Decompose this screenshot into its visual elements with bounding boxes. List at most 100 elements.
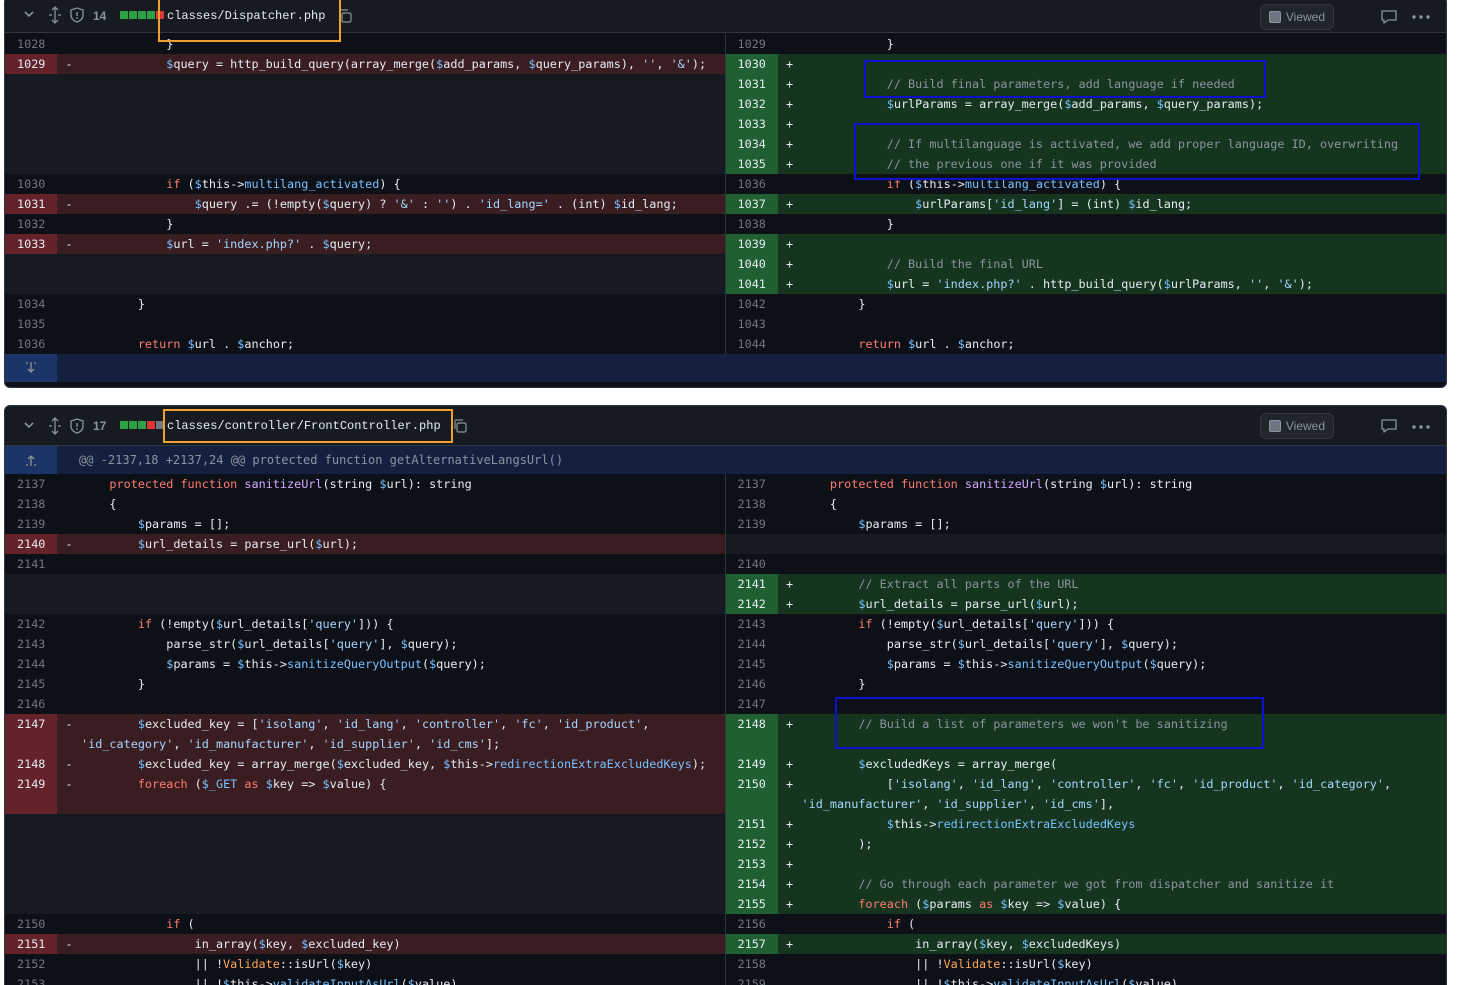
line-number[interactable]: 2156	[726, 914, 778, 934]
file-name[interactable]: classes/Dispatcher.php	[167, 7, 325, 25]
line-number[interactable]: 1032	[725, 94, 778, 114]
line-number[interactable]: 2140	[726, 554, 778, 574]
line-number[interactable]: 1033	[5, 234, 57, 254]
file-name[interactable]: classes/controller/FrontController.php	[167, 417, 441, 435]
line-number[interactable]	[5, 794, 57, 814]
line-number[interactable]: 2146	[726, 674, 778, 694]
line-number[interactable]: 2141	[5, 554, 57, 574]
left-side: 2149- foreach ($_GET as $key => $value) …	[5, 774, 726, 794]
code-line: // Build the final URL	[886, 257, 1043, 271]
line-number[interactable]: 1043	[726, 314, 778, 334]
line-number[interactable]: 2152	[725, 834, 778, 854]
line-number[interactable]: 2147	[726, 694, 778, 714]
diff-row: 2141 + // Extract all parts of the URL	[5, 574, 1446, 594]
chevron-down-icon[interactable]	[19, 5, 39, 25]
line-number[interactable]: 2144	[5, 654, 57, 674]
line-number[interactable]: 2143	[5, 634, 57, 654]
line-number[interactable]: 1042	[726, 294, 778, 314]
line-number[interactable]: 1038	[726, 214, 778, 234]
line-number[interactable]: 2153	[5, 974, 57, 985]
line-number[interactable]: 1031	[5, 194, 57, 214]
line-number[interactable]: 2154	[725, 874, 778, 894]
line-number[interactable]: 1029	[5, 54, 57, 74]
line-number[interactable]: 2142	[725, 594, 778, 614]
line-number[interactable]: 1031	[725, 74, 778, 94]
viewed-checkbox[interactable]: Viewed	[1259, 413, 1334, 439]
line-number[interactable]: 2138	[5, 494, 57, 514]
line-number[interactable]	[725, 734, 778, 754]
line-number[interactable]: 2147	[5, 714, 57, 734]
left-side: 2150 if (	[5, 914, 726, 934]
line-number[interactable]: 2137	[5, 474, 57, 494]
line-number[interactable]: 2144	[726, 634, 778, 654]
line-number[interactable]: 2150	[725, 774, 778, 794]
expand-down-button[interactable]	[5, 354, 57, 382]
diff-row: 1031- $query .= (!empty($query) ? '&' : …	[5, 194, 1446, 214]
diffstat-block	[120, 421, 128, 429]
line-number[interactable]: 2157	[725, 934, 778, 954]
line-number[interactable]: 1028	[5, 34, 57, 54]
line-number[interactable]: 1039	[725, 234, 778, 254]
kebab-icon[interactable]	[1410, 417, 1432, 437]
line-number[interactable]: 1030	[725, 54, 778, 74]
line-number[interactable]: 1044	[726, 334, 778, 354]
expand-up-button[interactable]	[5, 446, 57, 474]
diff-marker: -	[65, 757, 73, 771]
line-number[interactable]: 2146	[5, 694, 57, 714]
line-number[interactable]: 2155	[725, 894, 778, 914]
line-number[interactable]: 2150	[5, 914, 57, 934]
line-number[interactable]: 2151	[725, 814, 778, 834]
line-number[interactable]: 1036	[5, 334, 57, 354]
copy-icon[interactable]	[337, 8, 353, 24]
line-number[interactable]: 1036	[726, 174, 778, 194]
right-side: 2137 protected function sanitizeUrl(stri…	[726, 474, 1447, 494]
diff-row: 2153 || !$this->validateInputAsUrl($valu…	[5, 974, 1446, 985]
line-number[interactable]: 2149	[725, 754, 778, 774]
line-number[interactable]: 2137	[726, 474, 778, 494]
kebab-icon[interactable]	[1410, 7, 1432, 27]
line-number[interactable]: 2139	[726, 514, 778, 534]
expand-down-row[interactable]	[5, 354, 1446, 382]
line-number[interactable]: 2145	[726, 654, 778, 674]
line-number[interactable]: 2140	[5, 534, 57, 554]
line-number[interactable]: 2142	[5, 614, 57, 634]
line-number[interactable]: 2138	[726, 494, 778, 514]
line-number[interactable]: 2149	[5, 774, 57, 794]
line-number[interactable]: 1030	[5, 174, 57, 194]
line-number[interactable]: 1032	[5, 214, 57, 234]
line-number[interactable]: 1040	[725, 254, 778, 274]
line-number[interactable]: 2143	[726, 614, 778, 634]
line-number[interactable]: 2145	[5, 674, 57, 694]
line-number[interactable]: 2152	[5, 954, 57, 974]
viewed-checkbox[interactable]: Viewed	[1259, 4, 1334, 30]
diff-marker	[57, 514, 81, 534]
line-number[interactable]: 1034	[5, 294, 57, 314]
chevron-down-icon[interactable]	[19, 416, 39, 436]
unfold-icon[interactable]	[47, 416, 63, 436]
line-number[interactable]: 1035	[5, 314, 57, 334]
line-number[interactable]: 2151	[5, 934, 57, 954]
comment-icon[interactable]	[1380, 8, 1400, 28]
line-number[interactable]: 1041	[725, 274, 778, 294]
line-number[interactable]: 1033	[725, 114, 778, 134]
line-number[interactable]: 1035	[725, 154, 778, 174]
unfold-icon[interactable]	[47, 5, 63, 25]
left-side: 1030 if ($this->multilang_activated) {	[5, 174, 726, 194]
line-number[interactable]	[725, 794, 778, 814]
line-number[interactable]: 2148	[5, 754, 57, 774]
line-number[interactable]: 2148	[725, 714, 778, 734]
line-number[interactable]: 2139	[5, 514, 57, 534]
line-number[interactable]: 1037	[725, 194, 778, 214]
line-number[interactable]: 2141	[725, 574, 778, 594]
line-number[interactable]: 2158	[726, 954, 778, 974]
line-number[interactable]	[5, 734, 57, 754]
comment-icon[interactable]	[1380, 417, 1400, 437]
line-number[interactable]: 1034	[725, 134, 778, 154]
copy-icon[interactable]	[452, 418, 468, 434]
diff-row: 1036 return $url . $anchor; 1044 return $…	[5, 334, 1446, 354]
diff-marker	[57, 674, 81, 694]
line-number[interactable]: 2159	[726, 974, 778, 985]
line-number[interactable]: 1029	[726, 34, 778, 54]
line-number[interactable]: 2153	[725, 854, 778, 874]
diff-marker: +	[785, 837, 794, 851]
